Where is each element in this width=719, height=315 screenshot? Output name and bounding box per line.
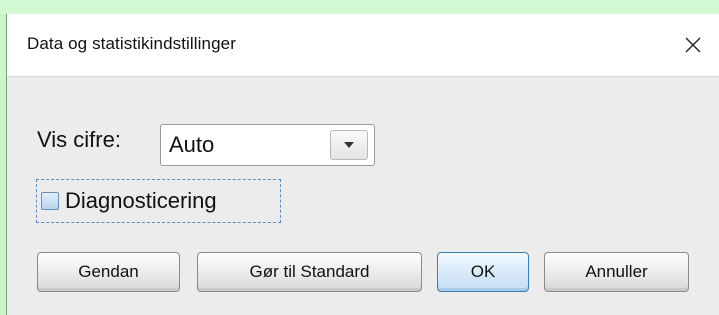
digits-select-value: Auto	[169, 132, 215, 157]
dialog-title: Data og statistikindstillinger	[27, 34, 236, 53]
chevron-down-icon	[344, 142, 354, 148]
background-strip	[0, 0, 719, 14]
diagnostics-label[interactable]: Diagnosticering	[65, 188, 217, 214]
title-bar: Data og statistikindstillinger	[7, 14, 719, 77]
close-button[interactable]	[667, 14, 719, 76]
settings-dialog: Data og statistikindstillinger Vis cifre…	[6, 14, 719, 315]
close-icon	[685, 37, 701, 53]
digits-label: Vis cifre:	[37, 127, 121, 152]
diagnostics-checkbox[interactable]	[41, 192, 59, 210]
digits-dropdown-button[interactable]	[330, 130, 368, 160]
digits-select[interactable]: Auto	[160, 124, 375, 166]
make-default-button[interactable]: Gør til Standard	[197, 252, 422, 292]
cancel-button[interactable]: Annuller	[544, 252, 689, 292]
restore-button[interactable]: Gendan	[37, 252, 180, 292]
ok-button[interactable]: OK	[437, 252, 529, 292]
dialog-content: Vis cifre: Auto Diagnosticering Gendan G…	[7, 77, 719, 315]
diagnostics-checkbox-row[interactable]: Diagnosticering	[36, 179, 281, 223]
